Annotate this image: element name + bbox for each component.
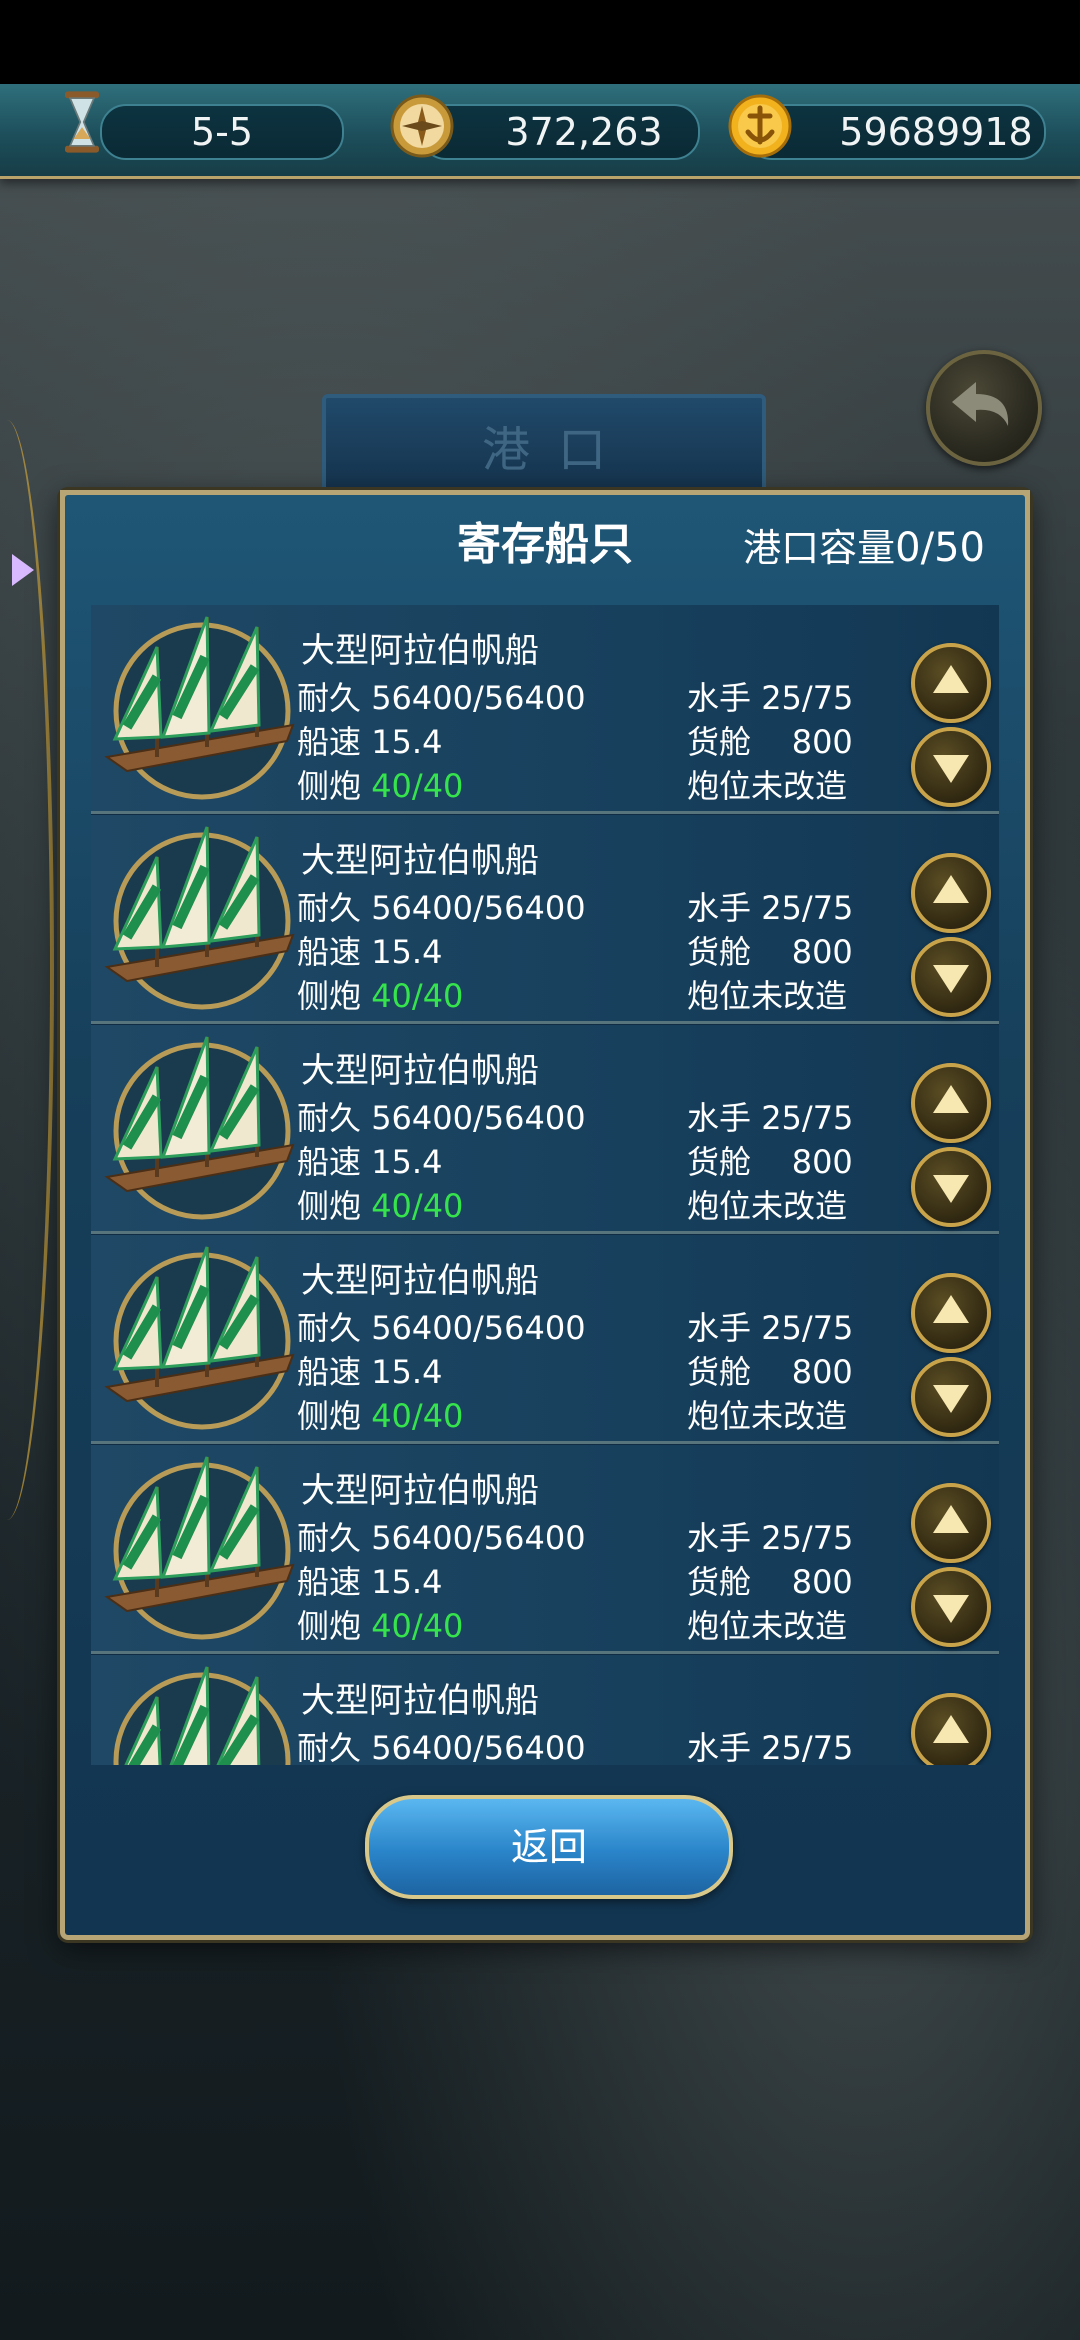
side-expand-arrow-icon[interactable] <box>12 554 34 586</box>
level-display: 5-5 <box>100 104 344 160</box>
move-up-button[interactable] <box>911 1063 991 1143</box>
cannon-stat: 侧炮 40/40 <box>297 767 464 805</box>
back-button[interactable] <box>926 350 1042 466</box>
cannon-stat: 侧炮 40/40 <box>297 1397 464 1435</box>
harbor-title: 港口 <box>481 422 634 478</box>
ship-portrait-icon <box>104 1246 295 1430</box>
ship-row[interactable]: 大型阿拉伯帆船 耐久 56400/56400 水手 25/75 <box>91 1655 999 1765</box>
move-up-button[interactable] <box>911 1483 991 1563</box>
ship-name: 大型阿拉伯帆船 <box>301 841 539 881</box>
speed-stat: 船速 15.4 <box>297 723 443 761</box>
capacity-value: 0/50 <box>895 525 985 571</box>
slot-status: 炮位未改造 <box>687 977 848 1015</box>
speed-stat: 船速 15.4 <box>297 1143 443 1181</box>
move-down-button[interactable] <box>911 727 991 807</box>
arrow-up-icon <box>933 1085 969 1113</box>
ship-row[interactable]: 大型阿拉伯帆船 耐久 56400/56400 船速 15.4 侧炮 40/40 … <box>91 1025 999 1234</box>
cannon-stat: 侧炮 40/40 <box>297 1607 464 1645</box>
crew-stat: 水手 25/75 <box>687 889 854 927</box>
cargo-stat: 货舱 800 <box>687 1563 853 1601</box>
speed-stat: 船速 15.4 <box>297 1563 443 1601</box>
move-down-button[interactable] <box>911 937 991 1017</box>
ship-portrait-icon <box>104 616 295 800</box>
durability-stat: 耐久 56400/56400 <box>297 1099 586 1137</box>
cargo-stat: 货舱 800 <box>687 1143 853 1181</box>
gold-coin-icon <box>728 94 792 158</box>
harbor-capacity: 港口容量0/50 <box>743 513 985 583</box>
durability-stat: 耐久 56400/56400 <box>297 1309 586 1347</box>
move-up-button[interactable] <box>911 643 991 723</box>
durability-stat: 耐久 56400/56400 <box>297 889 586 927</box>
level-value: 5-5 <box>190 110 254 154</box>
ship-name: 大型阿拉伯帆船 <box>301 1681 539 1721</box>
cargo-stat: 货舱 800 <box>687 1353 853 1391</box>
stored-ships-panel: 寄存船只 港口容量0/50 大型阿拉伯帆船 耐久 56400/56400 船速 … <box>60 490 1030 1940</box>
move-up-button[interactable] <box>911 1273 991 1353</box>
arrow-up-icon <box>933 1715 969 1743</box>
slot-status: 炮位未改造 <box>687 1397 848 1435</box>
return-button[interactable]: 返回 <box>365 1795 733 1899</box>
ship-row[interactable]: 大型阿拉伯帆船 耐久 56400/56400 船速 15.4 侧炮 40/40 … <box>91 815 999 1024</box>
move-up-button[interactable] <box>911 1693 991 1765</box>
ship-name: 大型阿拉伯帆船 <box>301 631 539 671</box>
arrow-down-icon <box>933 1385 969 1413</box>
compass-value: 372,263 <box>505 110 663 154</box>
ship-name: 大型阿拉伯帆船 <box>301 1261 539 1301</box>
compass-resource: 372,263 <box>420 104 700 160</box>
cargo-stat: 货舱 800 <box>687 723 853 761</box>
arrow-up-icon <box>933 665 969 693</box>
ship-row[interactable]: 大型阿拉伯帆船 耐久 56400/56400 船速 15.4 侧炮 40/40 … <box>91 1235 999 1444</box>
back-arrow-icon <box>952 382 1009 426</box>
ship-portrait-icon <box>113 1666 291 1765</box>
durability-stat: 耐久 56400/56400 <box>297 679 586 717</box>
capacity-label: 港口容量 <box>743 526 896 570</box>
slot-status: 炮位未改造 <box>687 1187 848 1225</box>
arrow-down-icon <box>933 1175 969 1203</box>
ship-row[interactable]: 大型阿拉伯帆船 耐久 56400/56400 船速 15.4 侧炮 40/40 … <box>91 605 999 814</box>
slot-status: 炮位未改造 <box>687 767 848 805</box>
crew-stat: 水手 25/75 <box>687 679 854 717</box>
move-down-button[interactable] <box>911 1357 991 1437</box>
arrow-down-icon <box>933 965 969 993</box>
move-down-button[interactable] <box>911 1147 991 1227</box>
ship-name: 大型阿拉伯帆船 <box>301 1471 539 1511</box>
move-down-button[interactable] <box>911 1567 991 1647</box>
crew-stat: 水手 25/75 <box>687 1519 854 1557</box>
crew-stat: 水手 25/75 <box>687 1099 854 1137</box>
ship-row[interactable]: 大型阿拉伯帆船 耐久 56400/56400 船速 15.4 侧炮 40/40 … <box>91 1445 999 1654</box>
ship-name: 大型阿拉伯帆船 <box>301 1051 539 1091</box>
arrow-down-icon <box>933 1595 969 1623</box>
ship-portrait-icon <box>104 1036 295 1220</box>
cargo-stat: 货舱 800 <box>687 933 853 971</box>
cannon-stat: 侧炮 40/40 <box>297 1187 464 1225</box>
gold-value: 59689918 <box>839 110 1033 154</box>
cannon-stat: 侧炮 40/40 <box>297 977 464 1015</box>
arrow-down-icon <box>933 755 969 783</box>
durability-stat: 耐久 56400/56400 <box>297 1519 586 1557</box>
durability-stat: 耐久 56400/56400 <box>297 1729 586 1765</box>
speed-stat: 船速 15.4 <box>297 933 443 971</box>
speed-stat: 船速 15.4 <box>297 1353 443 1391</box>
crew-stat: 水手 25/75 <box>687 1729 854 1765</box>
slot-status: 炮位未改造 <box>687 1607 848 1645</box>
ship-portrait-icon <box>104 1456 295 1640</box>
crew-stat: 水手 25/75 <box>687 1309 854 1347</box>
arrow-up-icon <box>933 1505 969 1533</box>
arrow-up-icon <box>933 1295 969 1323</box>
compass-icon <box>390 94 454 158</box>
ship-list[interactable]: 大型阿拉伯帆船 耐久 56400/56400 船速 15.4 侧炮 40/40 … <box>91 605 999 1765</box>
status-bar <box>0 0 1080 84</box>
move-up-button[interactable] <box>911 853 991 933</box>
ship-portrait-icon <box>104 826 295 1010</box>
resource-bar: 5-5 372,263 59689918 <box>0 84 1080 179</box>
hourglass-icon <box>65 91 99 153</box>
arrow-up-icon <box>933 875 969 903</box>
